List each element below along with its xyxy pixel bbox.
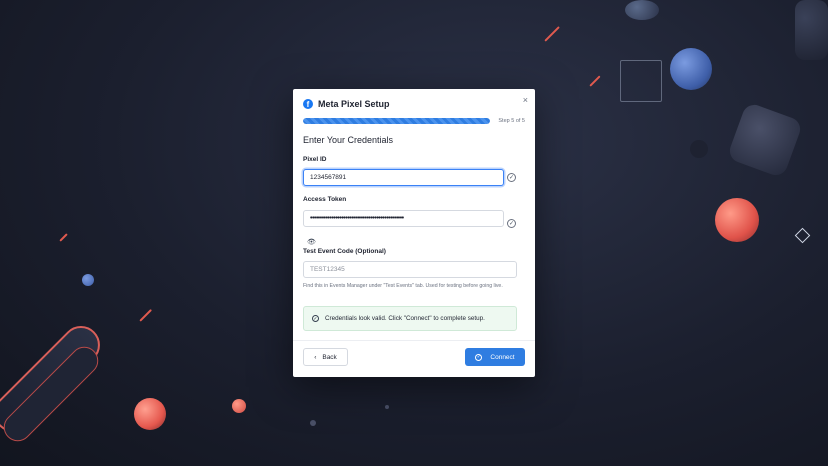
access-token-input[interactable]: ••••••••••••••••••••••••••••••••••••••••… (303, 210, 504, 227)
connect-button-label: Connect (490, 353, 515, 361)
back-button-label: Back (322, 353, 337, 361)
pixel-id-input[interactable]: 1234567891 (303, 169, 504, 186)
pixel-id-label: Pixel ID (303, 156, 327, 163)
step-indicator: Step 5 of 5 (498, 118, 525, 124)
connect-button[interactable]: ✓ Connect (465, 348, 525, 366)
alert-message: Credentials look valid. Click "Connect" … (325, 315, 485, 322)
back-button[interactable]: ‹ Back (303, 348, 348, 366)
check-circle-icon: ✓ (312, 315, 319, 322)
eye-icon[interactable]: 👁 (307, 238, 316, 246)
chevron-left-icon: ‹ (314, 353, 317, 361)
check-circle-icon: ✓ (475, 353, 483, 361)
facebook-icon: f (303, 99, 313, 109)
check-circle-icon: ✓ (507, 173, 516, 182)
dialog-header: f Meta Pixel Setup (303, 99, 390, 109)
test-event-input[interactable]: TEST12345 (303, 261, 517, 278)
access-token-value: ••••••••••••••••••••••••••••••••••••••••… (310, 215, 404, 222)
access-token-label: Access Token (303, 196, 347, 203)
footer-divider (293, 340, 535, 341)
section-heading: Enter Your Credentials (303, 135, 394, 145)
test-event-placeholder: TEST12345 (310, 266, 345, 273)
dialog-title: Meta Pixel Setup (318, 99, 390, 109)
pixel-id-value: 1234567891 (310, 174, 347, 181)
test-event-label: Test Event Code (Optional) (303, 248, 386, 255)
meta-pixel-setup-dialog: f Meta Pixel Setup × Step 5 of 5 Enter Y… (293, 89, 535, 377)
test-event-hint: Find this in Events Manager under "Test … (303, 283, 503, 289)
close-icon[interactable]: × (523, 95, 528, 105)
progress-fill (303, 118, 490, 124)
check-circle-icon: ✓ (507, 219, 516, 228)
validation-alert: ✓ Credentials look valid. Click "Connect… (303, 306, 517, 331)
progress-bar (303, 118, 490, 124)
